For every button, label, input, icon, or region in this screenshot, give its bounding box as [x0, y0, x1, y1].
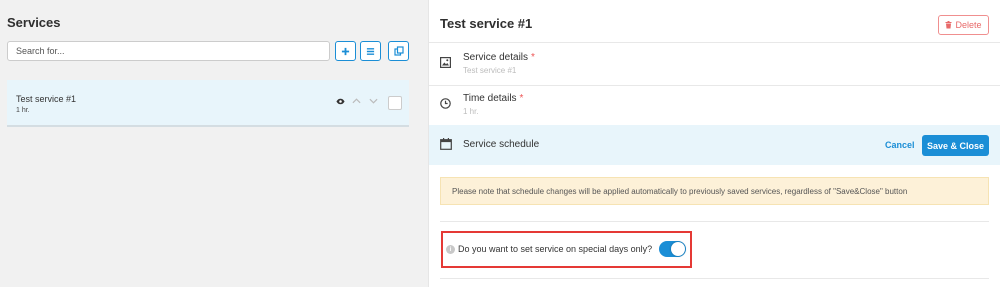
image-icon	[440, 57, 451, 68]
time-details-label: Time details *	[463, 93, 523, 104]
page-title: Test service #1	[440, 16, 533, 31]
trash-icon	[945, 21, 952, 29]
plus-icon	[341, 47, 350, 55]
calendar-icon	[440, 138, 452, 150]
time-details-row[interactable]: Time details * 1 hr.	[429, 86, 1000, 125]
save-close-button[interactable]: Save & Close	[922, 135, 989, 156]
service-schedule-header: Service schedule Cancel Save & Close	[429, 125, 1000, 165]
time-details-value: 1 hr.	[463, 107, 479, 116]
copy-icon	[393, 46, 404, 56]
clock-icon	[440, 98, 451, 109]
delete-button[interactable]: Delete	[938, 15, 989, 35]
toggle-knob	[671, 242, 685, 256]
time-details-text: Time details	[463, 93, 517, 104]
chevron-down-icon[interactable]	[369, 98, 378, 104]
schedule-notice: Please note that schedule changes will b…	[440, 177, 989, 205]
eye-icon[interactable]	[336, 98, 345, 105]
cancel-button[interactable]: Cancel	[885, 140, 915, 150]
service-schedule-label: Service schedule	[463, 139, 540, 150]
special-days-toggle[interactable]	[659, 241, 686, 257]
services-title: Services	[7, 15, 61, 30]
add-service-button[interactable]	[335, 41, 356, 61]
copy-button[interactable]	[388, 41, 409, 61]
list-icon	[366, 47, 375, 55]
service-details-text: Service details	[463, 52, 529, 63]
service-select-checkbox[interactable]	[388, 96, 402, 110]
divider	[440, 221, 989, 222]
divider	[440, 278, 989, 279]
service-name: Test service #1	[16, 94, 77, 104]
list-view-button[interactable]	[360, 41, 381, 61]
special-days-label: Do you want to set service on special da…	[458, 244, 653, 254]
search-input[interactable]	[7, 41, 330, 61]
service-details-label: Service details *	[463, 52, 535, 63]
service-duration: 1 hr.	[16, 107, 30, 114]
service-details-value: Test service #1	[463, 66, 517, 75]
delete-label: Delete	[955, 20, 982, 30]
service-details-row[interactable]: Service details * Test service #1	[429, 43, 1000, 85]
required-marker: *	[531, 52, 535, 63]
required-marker: *	[519, 93, 524, 104]
special-days-setting: i Do you want to set service on special …	[441, 231, 692, 268]
info-icon[interactable]: i	[446, 245, 455, 254]
service-list-item[interactable]: Test service #1 1 hr.	[7, 80, 409, 127]
service-editor-panel: Test service #1 Delete Service details * …	[428, 0, 1000, 287]
chevron-up-icon[interactable]	[352, 98, 361, 104]
services-panel: Services Test service #1 1 hr.	[0, 0, 418, 287]
